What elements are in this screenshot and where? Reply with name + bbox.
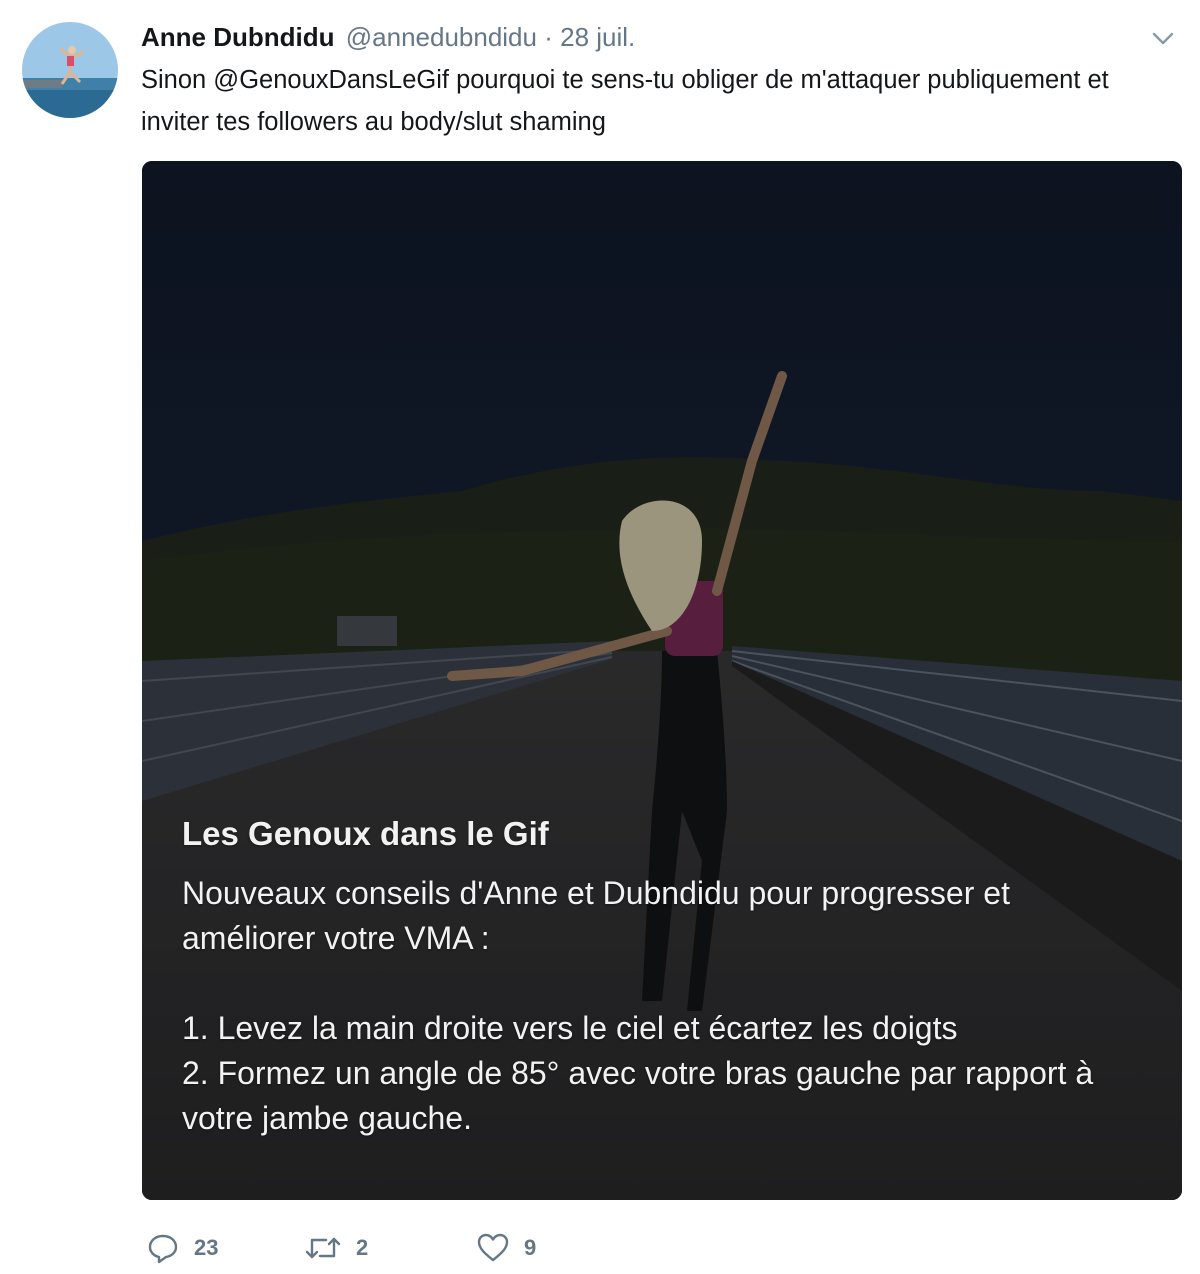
reply-count: 23 [194,1235,219,1260]
avatar[interactable] [22,22,118,118]
avatar-image [22,22,118,118]
retweet-button[interactable]: 2 [304,1226,368,1270]
retweet-count: 2 [356,1235,369,1260]
retweet-icon [305,1237,341,1259]
overlay-line: Nouveaux conseils d'Anne et Dubndidu pou… [182,875,1010,956]
separator-dot: · [544,22,553,52]
overlay-body: Nouveaux conseils d'Anne et Dubndidu pou… [182,871,1142,1141]
overlay-line-blank [182,961,1142,1006]
overlay-title: Les Genoux dans le Gif [182,815,549,852]
chevron-down-icon [1152,32,1174,45]
tweet-media[interactable]: Les Genoux dans le Gif Nouveaux conseils… [142,161,1182,1200]
reply-icon [148,1234,178,1264]
user-handle[interactable]: @annedubndidu [346,22,537,52]
reply-button[interactable]: 23 [146,1226,218,1270]
tweet-actions: 23 2 9 [142,1226,742,1270]
like-button[interactable]: 9 [476,1226,536,1270]
like-count: 9 [524,1235,537,1260]
tweet-date[interactable]: 28 juil. [560,22,635,52]
heart-icon [477,1233,509,1262]
overlay-line: 2. Formez un angle de 85° avec votre bra… [182,1055,1094,1136]
overlay-line: 1. Levez la main droite vers le ciel et … [182,1010,958,1046]
display-name[interactable]: Anne Dubndidu [141,22,335,52]
tweet-header: Anne Dubndidu @annedubndidu · 28 juil. [141,20,635,54]
tweet-text: Sinon @GenouxDansLeGif pourquoi te sens-… [141,66,1109,136]
more-options-button[interactable] [1148,26,1178,50]
